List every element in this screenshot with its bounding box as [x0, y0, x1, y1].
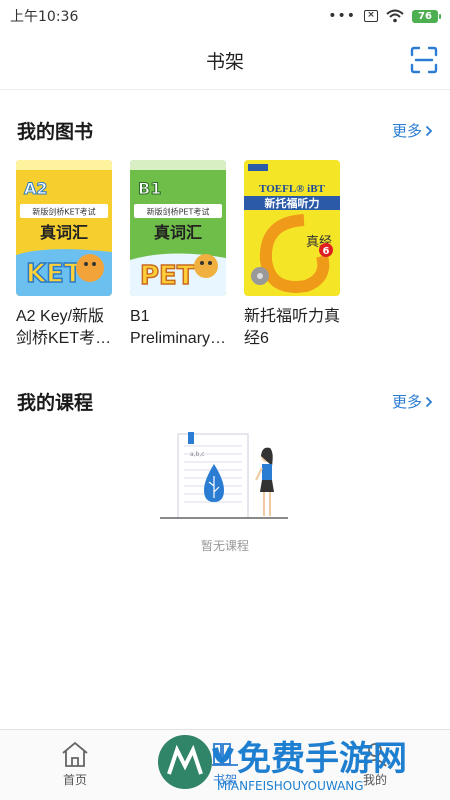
chevron-right-icon — [425, 396, 433, 407]
watermark-text: 免费手游网 — [237, 739, 407, 779]
empty-courses-text: 暂无课程 — [200, 539, 249, 553]
cover-label: 新版剑桥KET考试 — [32, 207, 95, 217]
my-courses-header: 我的课程 更多 — [17, 388, 433, 415]
home-icon — [62, 741, 88, 767]
more-label: 更多 — [391, 393, 422, 411]
cover-label: TOEFL® iBT — [259, 183, 325, 195]
more-label: 更多 — [391, 122, 422, 140]
book-list: A2 新版剑桥KET考试 真词汇 KET A2 Key/新版剑桥KET考试真词汇 — [16, 160, 340, 350]
wifi-icon — [386, 9, 404, 23]
book-title: A2 Key/新版剑桥KET考试真词汇 — [16, 308, 112, 347]
book-cover[interactable]: TOEFL® iBT 新托福听力 真经 6 — [244, 160, 340, 296]
status-bar: 上午10:36 ••• × 76 — [0, 0, 450, 32]
book-cover[interactable]: A2 新版剑桥KET考试 真词汇 KET — [16, 160, 112, 296]
book-title: 新托福听力真经6 — [244, 308, 341, 347]
watermark-subtext: MIANFEISHOUYOUWANG — [217, 779, 364, 793]
my-courses-title: 我的课程 — [17, 392, 94, 414]
illustration-label: a,b,c — [190, 451, 205, 458]
tab-label: 首页 — [62, 773, 87, 787]
battery-icon: 76 — [412, 9, 441, 23]
cover-label: 新托福听力 — [265, 196, 320, 210]
cover-label: 真词汇 — [154, 223, 202, 242]
header: 书架 — [0, 32, 450, 90]
courses-empty-state: a,b,c 暂无课程 — [0, 432, 450, 554]
cover-label: A2 — [24, 179, 48, 198]
my-books-more-link[interactable]: 更多 — [392, 120, 433, 141]
book-item[interactable]: B1 新版剑桥PET考试 真词汇 PET B1 Preliminary/新版剑桥… — [130, 160, 226, 350]
site-watermark-logo: 免费手游网 MIANFEISHOUYOUWANG — [158, 735, 407, 793]
more-dots-icon: ••• — [328, 8, 356, 24]
cover-label: 真词汇 — [40, 223, 88, 242]
cover-label: KET — [26, 259, 82, 289]
empty-courses-illustration: a,b,c — [160, 432, 288, 519]
status-icons: ••• × 76 — [328, 8, 441, 24]
book-item[interactable]: A2 新版剑桥KET考试 真词汇 KET A2 Key/新版剑桥KET考试真词汇 — [16, 160, 112, 350]
chevron-right-icon — [425, 125, 433, 136]
book-item[interactable]: TOEFL® iBT 新托福听力 真经 6 新托福听力真经6 — [244, 160, 340, 350]
cover-label: 新版剑桥PET考试 — [147, 207, 210, 217]
book-cover[interactable]: B1 新版剑桥PET考试 真词汇 PET — [130, 160, 226, 296]
scan-icon[interactable] — [410, 46, 438, 74]
my-books-title: 我的图书 — [17, 121, 94, 143]
book-title: B1 Preliminary/新版剑桥PET考试真词汇 — [130, 308, 215, 347]
cover-label: PET — [140, 261, 195, 291]
no-sim-icon: × — [364, 10, 378, 22]
tab-home[interactable]: 首页 — [0, 730, 150, 800]
screen: 上午10:36 ••• × 76 书架 我的图书 更多 A2 新版剑桥KET考试… — [0, 0, 450, 800]
page-title: 书架 — [205, 51, 244, 73]
cover-label: 6 — [323, 246, 330, 257]
cover-label: B1 — [138, 179, 161, 198]
status-time: 上午10:36 — [10, 9, 79, 25]
my-books-header: 我的图书 更多 — [17, 117, 433, 144]
my-courses-more-link[interactable]: 更多 — [392, 391, 433, 412]
